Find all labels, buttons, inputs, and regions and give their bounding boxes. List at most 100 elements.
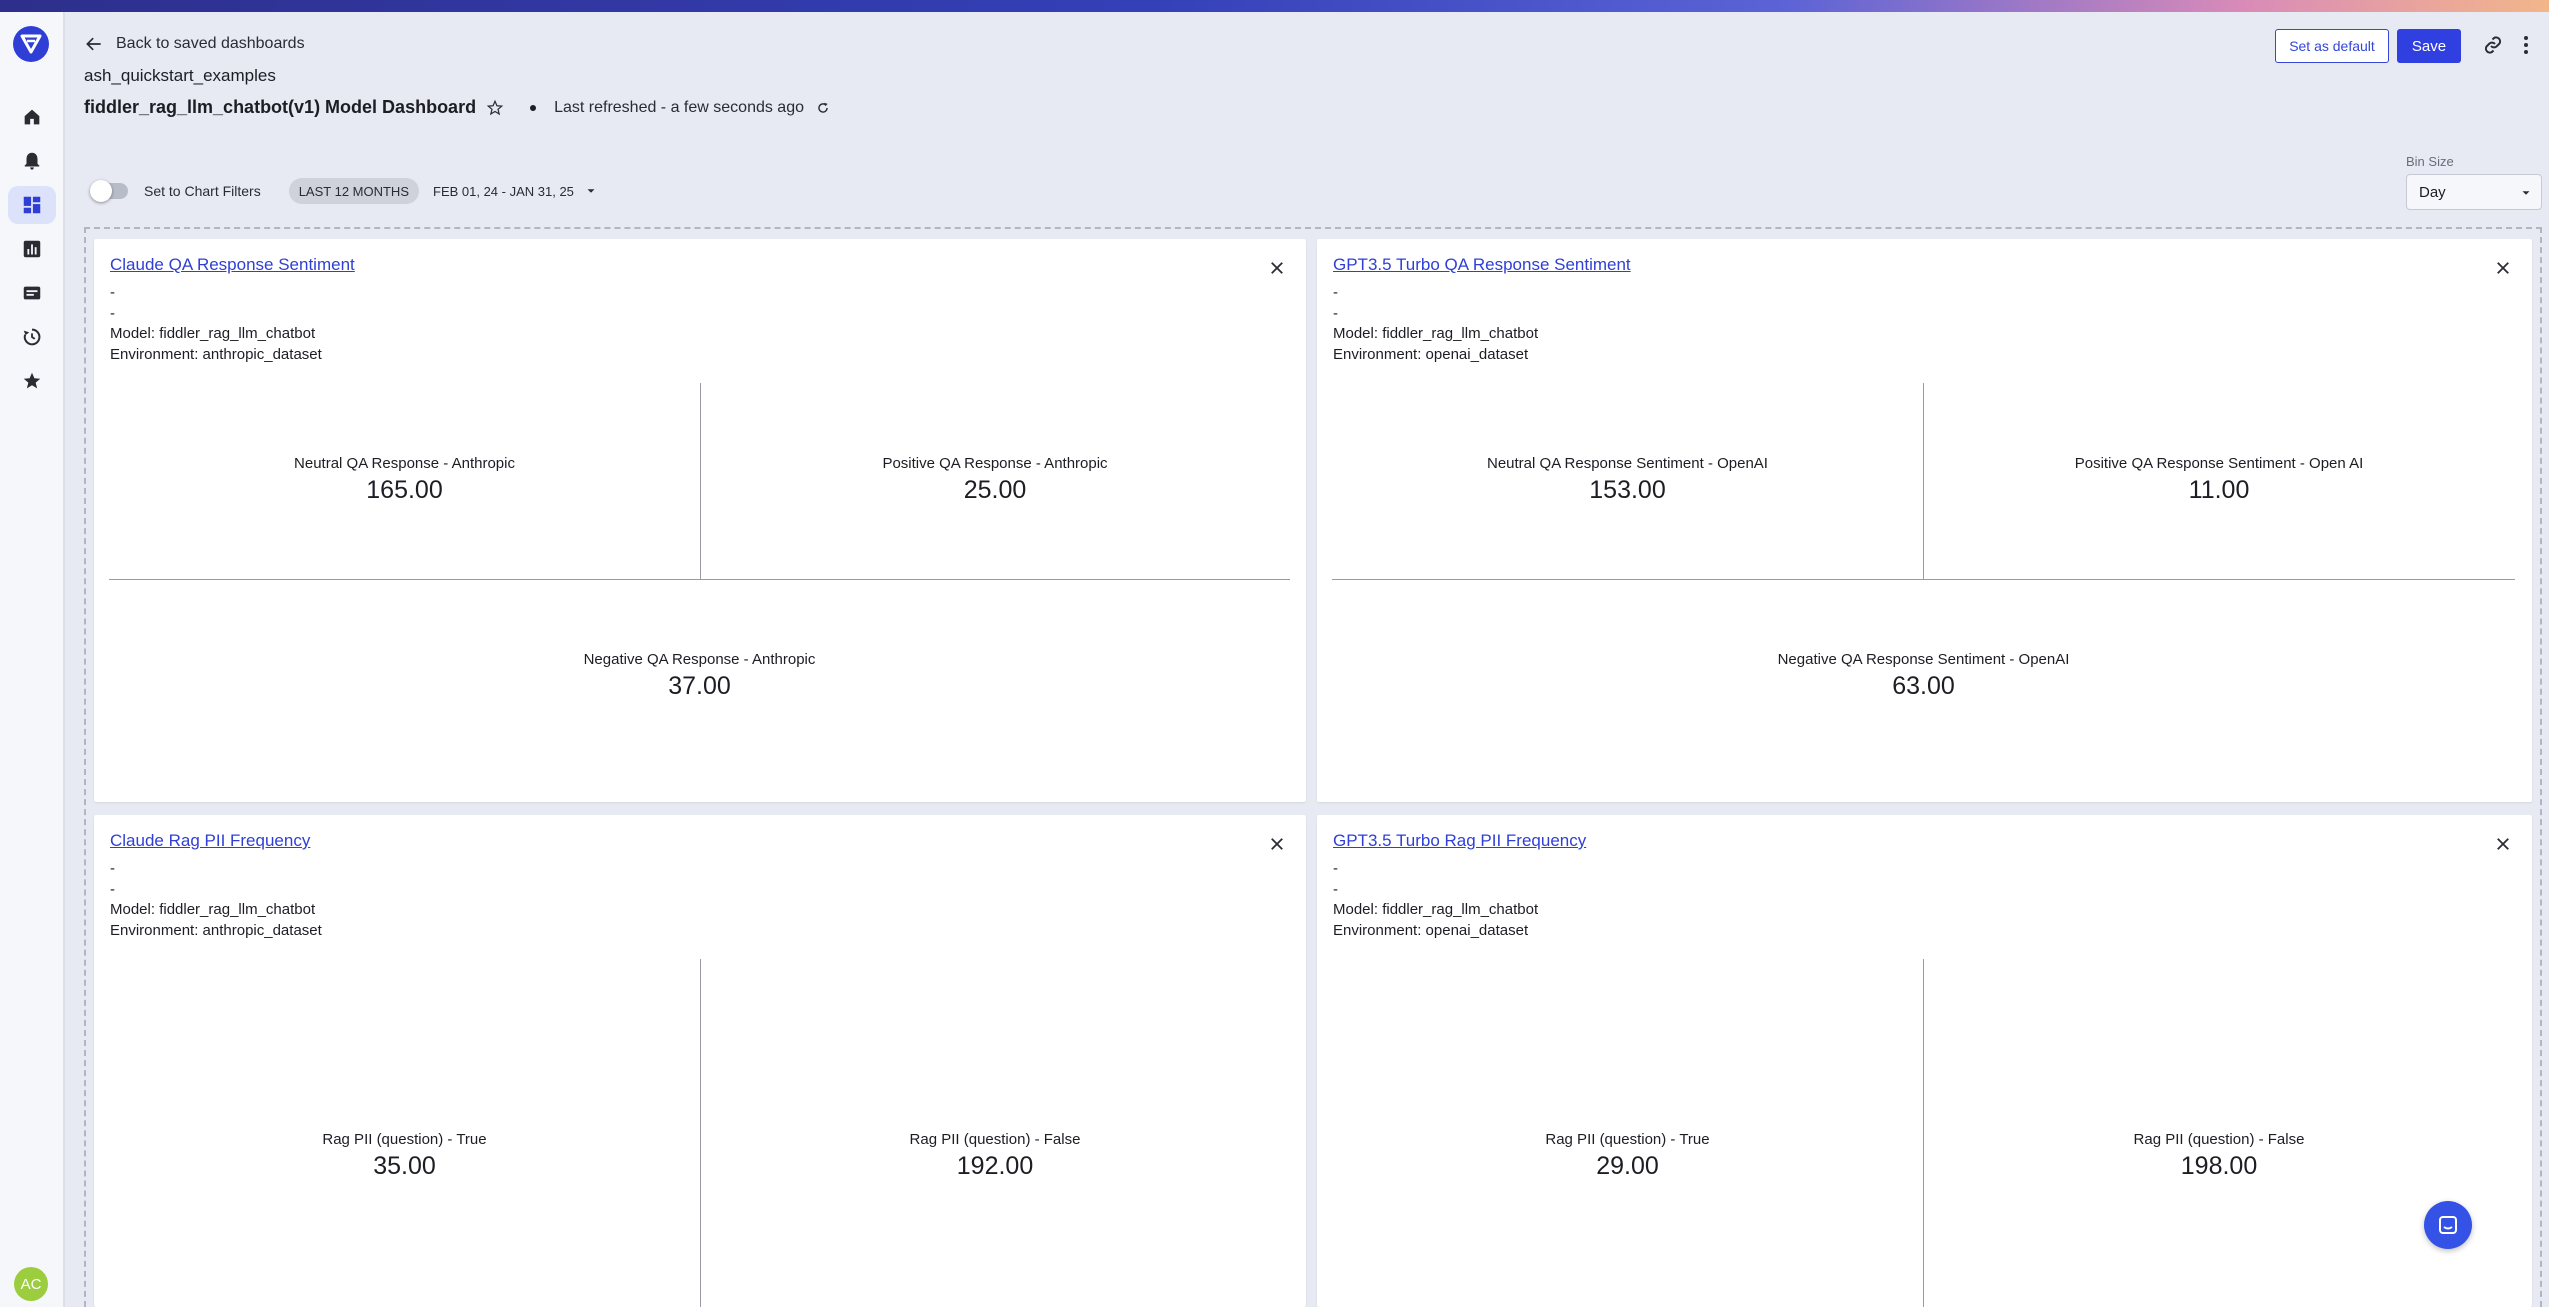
star-icon <box>23 372 41 389</box>
separator-dot <box>530 104 537 111</box>
title-row: fiddler_rag_llm_chatbot(v1) Model Dashbo… <box>84 97 830 118</box>
metric-tile: Negative QA Response - Anthropic 37.00 <box>109 651 1290 701</box>
avatar[interactable]: AC <box>14 1267 48 1301</box>
fiddler-logo-icon[interactable] <box>13 26 49 62</box>
chart-title-link[interactable]: GPT3.5 Turbo QA Response Sentiment <box>1333 255 1631 275</box>
chevron-down-icon[interactable] <box>584 184 598 198</box>
date-range-text[interactable]: FEB 01, 24 - JAN 31, 25 <box>433 184 574 199</box>
dashboard-icon <box>23 196 41 214</box>
metric-tile: Rag PII (question) - False 198.00 <box>1923 1131 2515 1181</box>
page-title: fiddler_rag_llm_chatbot(v1) Model Dashbo… <box>84 97 477 117</box>
metric-tile: Neutral QA Response Sentiment - OpenAI 1… <box>1332 455 1923 505</box>
metric-label: Rag PII (question) - True <box>322 1131 487 1148</box>
chart-meta: - - Model: fiddler_rag_llm_chatbot Envir… <box>110 283 322 365</box>
metric-label: Rag PII (question) - True <box>1545 1131 1710 1148</box>
sidebar-item-favorites[interactable] <box>8 362 56 400</box>
chart-meta: - - Model: fiddler_rag_llm_chatbot Envir… <box>1333 859 1538 941</box>
sidebar-item-charts[interactable] <box>8 230 56 268</box>
top-accent-bar <box>0 0 2549 12</box>
star-outline-icon[interactable] <box>486 99 504 117</box>
meta-line: - <box>110 880 115 898</box>
sidebar-item-alerts[interactable] <box>8 142 56 180</box>
meta-model: Model: fiddler_rag_llm_chatbot <box>110 901 316 918</box>
meta-line: - <box>110 304 115 322</box>
meta-model: Model: fiddler_rag_llm_chatbot <box>1333 901 1539 918</box>
folder-icon <box>23 286 41 300</box>
metric-value: 35.00 <box>373 1152 436 1180</box>
meta-line: - <box>1333 284 1338 301</box>
chart-meta: - - Model: fiddler_rag_llm_chatbot Envir… <box>110 859 322 941</box>
meta-model: Model: fiddler_rag_llm_chatbot <box>1333 325 1539 342</box>
chart-card: GPT3.5 Turbo QA Response Sentiment - - M… <box>1317 239 2532 802</box>
metric-label: Neutral QA Response Sentiment - OpenAI <box>1487 455 1768 472</box>
chat-icon <box>2439 1216 2457 1234</box>
chat-support-button[interactable] <box>2424 1201 2472 1249</box>
metric-tile: Positive QA Response - Anthropic 25.00 <box>700 455 1290 505</box>
org-name: ash_quickstart_examples <box>84 66 276 85</box>
metric-label: Positive QA Response Sentiment - Open AI <box>2074 455 2364 472</box>
close-icon[interactable] <box>2494 835 2512 853</box>
link-icon[interactable] <box>2481 33 2505 57</box>
set-as-default-button[interactable]: Set as default <box>2275 29 2389 63</box>
sidebar-item-dashboards[interactable] <box>8 186 56 224</box>
metric-tile: Rag PII (question) - False 192.00 <box>700 1131 1290 1181</box>
metric-label: Negative QA Response - Anthropic <box>583 651 816 668</box>
toggle-label: Set to Chart Filters <box>144 183 261 199</box>
history-icon <box>23 328 41 346</box>
bell-icon <box>24 152 40 170</box>
chart-card: Claude Rag PII Frequency - - Model: fidd… <box>94 815 1306 1307</box>
metric-value: 25.00 <box>963 476 1027 504</box>
chart-filters-toggle[interactable] <box>90 180 128 202</box>
more-vertical-icon[interactable] <box>2514 33 2538 57</box>
meta-environment: Environment: openai_dataset <box>1333 921 1529 939</box>
bin-size-select[interactable]: Day <box>2406 174 2542 210</box>
back-link-label: Back to saved dashboards <box>116 35 305 52</box>
meta-line: - <box>1333 860 1338 877</box>
sidebar-item-home[interactable] <box>8 98 56 136</box>
metric-tile: Rag PII (question) - True 35.00 <box>109 1131 700 1181</box>
chart-title-link[interactable]: Claude Rag PII Frequency <box>110 831 310 851</box>
meta-line: - <box>1333 880 1338 898</box>
meta-line: - <box>110 284 115 301</box>
bin-size-value: Day <box>2419 183 2446 201</box>
meta-environment: Environment: openai_dataset <box>1333 345 1529 363</box>
meta-environment: Environment: anthropic_dataset <box>110 345 322 363</box>
refresh-icon[interactable] <box>816 101 830 115</box>
metric-value: 198.00 <box>2180 1152 2258 1180</box>
close-icon[interactable] <box>1268 835 1286 853</box>
divider <box>109 579 1290 580</box>
date-range-chip[interactable]: LAST 12 MONTHS <box>288 178 419 204</box>
chart-card: Claude QA Response Sentiment - - Model: … <box>94 239 1306 802</box>
metric-value: 192.00 <box>956 1152 1034 1180</box>
metric-value: 63.00 <box>1892 672 1955 700</box>
divider <box>1332 579 2515 580</box>
chevron-down-icon <box>2522 191 2530 195</box>
chart-card: GPT3.5 Turbo Rag PII Frequency - - Model… <box>1317 815 2532 1307</box>
meta-model: Model: fiddler_rag_llm_chatbot <box>110 325 316 342</box>
home-icon <box>24 109 40 125</box>
close-icon[interactable] <box>1268 259 1286 277</box>
sidebar-item-history[interactable] <box>8 318 56 356</box>
metric-value: 153.00 <box>1589 476 1666 504</box>
metric-label: Negative QA Response Sentiment - OpenAI <box>1777 651 2070 668</box>
metric-tile: Neutral QA Response - Anthropic 165.00 <box>109 455 700 505</box>
meta-line: - <box>1333 304 1338 322</box>
sidebar: AC <box>0 12 65 1307</box>
save-button[interactable]: Save <box>2397 29 2461 63</box>
metric-value: 29.00 <box>1596 1152 1659 1180</box>
sidebar-item-bundles[interactable] <box>8 274 56 312</box>
metric-value: 11.00 <box>2188 476 2250 504</box>
filter-row: Set to Chart Filters LAST 12 MONTHS FEB … <box>90 178 598 204</box>
metric-tile: Positive QA Response Sentiment - Open AI… <box>1923 455 2515 505</box>
metric-value: 37.00 <box>668 672 731 700</box>
metric-label: Neutral QA Response - Anthropic <box>294 455 515 472</box>
metric-tile: Negative QA Response Sentiment - OpenAI … <box>1332 651 2515 701</box>
back-to-dashboards-link[interactable]: Back to saved dashboards <box>84 34 305 54</box>
close-icon[interactable] <box>2494 259 2512 277</box>
metric-label: Positive QA Response - Anthropic <box>882 455 1108 472</box>
metric-value: 165.00 <box>366 476 443 504</box>
chart-title-link[interactable]: Claude QA Response Sentiment <box>110 255 355 275</box>
meta-environment: Environment: anthropic_dataset <box>110 921 322 939</box>
chart-title-link[interactable]: GPT3.5 Turbo Rag PII Frequency <box>1333 831 1586 851</box>
metric-label: Rag PII (question) - False <box>2133 1131 2305 1148</box>
